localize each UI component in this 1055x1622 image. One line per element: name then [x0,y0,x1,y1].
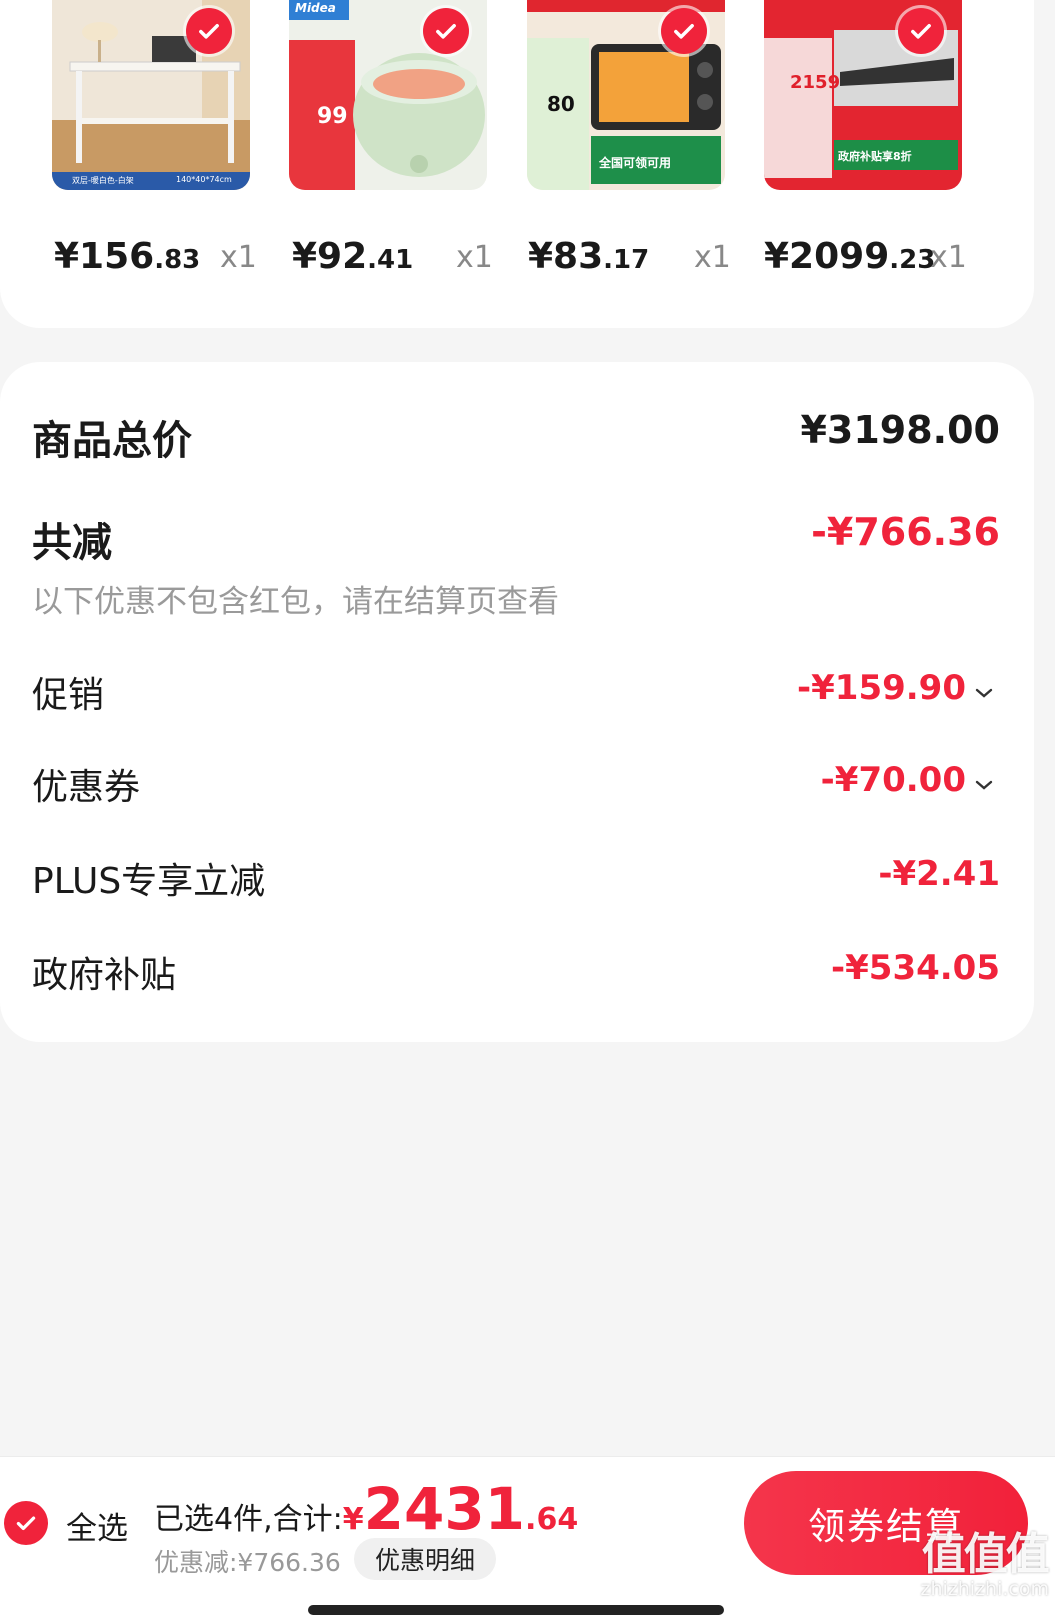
plus-discount-label: PLUS专享立减 [32,861,266,902]
total-price-label: 商品总价 [32,418,192,464]
product-price: ¥2099.23 [764,236,936,277]
chevron-down-icon[interactable] [974,778,994,792]
product-price: ¥156.83 [54,236,201,277]
watermark: 值值值 zhizhizhi.com [920,1529,1050,1601]
item-selected-check-icon[interactable] [661,8,707,54]
product-quantity: x1 [694,240,731,275]
total-price-value: ¥3198.00 [800,408,1000,452]
select-all-label[interactable]: 全选 [66,1503,128,1548]
chevron-down-icon[interactable] [974,686,994,700]
thumb-note: 政府补贴享8折 [838,150,912,163]
product-quantity: x1 [220,240,257,275]
item-selected-check-icon[interactable] [898,8,944,54]
thumb-note: 全国可领可用 [599,156,672,170]
thumb-price: 2159 [790,72,841,93]
thumb-price: 99 [317,104,348,129]
product-thumbnail-cooker[interactable]: Midea 99 [289,0,487,190]
promotion-value[interactable]: -¥159.90 [797,668,966,708]
product-quantity: x1 [930,240,967,275]
product-thumbnail-oven[interactable]: 80 全国可领可用 [527,0,725,190]
total-reduction-value: -¥766.36 [811,510,1000,554]
promotion-label[interactable]: 促销 [32,666,104,718]
plus-discount-value: -¥2.41 [878,854,1000,894]
home-indicator[interactable] [308,1605,724,1615]
discount-summary: 优惠减:¥766.36 [154,1548,341,1577]
product-thumbnail-range-hood[interactable]: 2159 政府补贴享8折 [764,0,962,190]
coupon-label[interactable]: 优惠券 [32,758,140,810]
check-icon [16,1516,36,1531]
thumb-caption-left: 双层-暖白色-白架 [72,176,134,185]
reduction-note: 以下优惠不包含红包，请在结算页查看 [32,584,559,620]
item-selected-check-icon[interactable] [423,8,469,54]
total-amount-dec: .64 [525,1502,579,1537]
discount-detail-button[interactable]: 优惠明细 [354,1538,496,1580]
gov-subsidy-value: -¥534.05 [831,948,1000,988]
product-quantity: x1 [456,240,493,275]
total-currency: ¥ [342,1502,364,1537]
item-selected-check-icon[interactable] [186,8,232,54]
price-summary-card: 商品总价 ¥3198.00 共减 -¥766.36 以下优惠不包含红包，请在结算… [0,362,1034,1042]
watermark-logo: 值值值 [921,1529,1050,1580]
product-thumbnail-desk[interactable]: 双层-暖白色-白架 140*40*74cm [52,0,250,190]
product-price: ¥83.17 [528,236,650,277]
total-reduction-label: 共减 [32,520,112,566]
coupon-value[interactable]: -¥70.00 [821,760,966,800]
watermark-url: zhizhizhi.com [920,1578,1049,1600]
thumb-price: 80 [547,92,575,116]
thumb-caption-right: 140*40*74cm [176,175,232,184]
select-all-checkbox[interactable] [4,1501,48,1545]
product-strip-card: 双层-暖白色-白架 140*40*74cm Midea 99 80 全国可领可用… [0,0,1034,328]
product-price: ¥92.41 [292,236,414,277]
total-amount-int: 2431 [363,1475,526,1543]
selected-summary: 已选4件,合计:¥2431.64 [154,1475,578,1543]
gov-subsidy-label: 政府补贴 [32,955,177,996]
selected-count-text: 已选4件,合计: [154,1502,343,1537]
thumb-brand: Midea [295,1,336,15]
